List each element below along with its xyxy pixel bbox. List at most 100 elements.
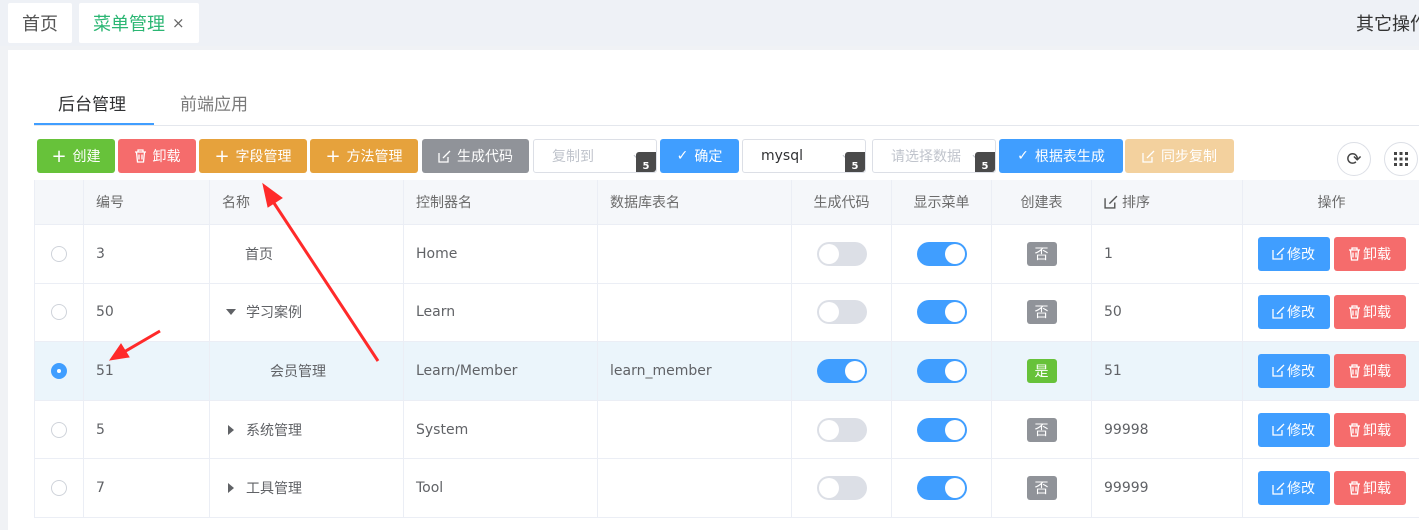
trash-icon (1349, 481, 1360, 495)
header-select (35, 180, 84, 224)
db-table-cell (598, 283, 792, 342)
select-cell (35, 342, 84, 400)
gen-code-switch[interactable] (816, 300, 867, 325)
db-select-value: mysql (761, 148, 803, 164)
refresh-icon: ⟳ (1346, 148, 1362, 170)
name-cell: 系统管理 (210, 400, 404, 459)
tree-collapse-icon[interactable] (228, 424, 234, 435)
show-menu-cell (892, 225, 992, 283)
menu-table: 编号 名称 控制器名 数据库表名 生成代码 显示菜单 创建表 排序 操作 3 首… (34, 180, 1419, 518)
other-ops-menu[interactable]: 其它操作 (1356, 10, 1419, 36)
delete-button[interactable]: 卸载 (118, 139, 196, 173)
refresh-button[interactable]: ⟳ (1337, 142, 1371, 176)
gen-code-switch[interactable] (816, 358, 867, 383)
create-table-cell: 否 (992, 459, 1092, 517)
tree-collapse-icon[interactable] (228, 483, 234, 494)
tab-frontend[interactable]: 前端应用 (180, 90, 248, 115)
row-radio[interactable] (51, 362, 67, 379)
row-radio[interactable] (51, 480, 67, 497)
actions-cell: 修改 卸载 (1243, 225, 1419, 283)
sync-copy-button[interactable]: 同步复制 (1125, 139, 1234, 173)
gen-from-table-button[interactable]: ✓ 根据表生成 (999, 139, 1123, 173)
table-row[interactable]: 50 学习案例 Learn 否 50 修改 卸载 (35, 283, 1419, 343)
table-row[interactable]: 51 会员管理 Learn/Member learn_member 是 51 修… (35, 342, 1419, 401)
id-cell: 3 (84, 225, 210, 283)
tab-home-label: 首页 (22, 14, 58, 35)
show-menu-switch[interactable] (916, 241, 967, 266)
gen-from-table-label: 根据表生成 (1034, 149, 1105, 165)
header-id[interactable]: 编号 (84, 180, 210, 224)
trash-icon (1349, 422, 1360, 437)
header-controller[interactable]: 控制器名 (404, 180, 598, 224)
gen-code-cell (792, 283, 892, 342)
delete-label: 卸载 (152, 149, 181, 165)
db-table-cell (598, 459, 792, 517)
db-table-cell (598, 400, 792, 459)
controller-cell: Home (404, 225, 598, 283)
name-cell: 首页 (210, 225, 404, 283)
tab-backend[interactable]: 后台管理 (58, 90, 126, 115)
gen-code-switch[interactable] (816, 476, 867, 501)
edit-button[interactable]: 修改 (1257, 412, 1330, 447)
gen-code-switch[interactable] (816, 241, 867, 266)
row-radio[interactable] (51, 304, 67, 321)
row-radio[interactable] (51, 421, 67, 438)
actions-cell: 修改 卸载 (1243, 401, 1419, 459)
db-select[interactable]: mysql 5 (742, 139, 866, 173)
trash-icon (134, 149, 146, 163)
show-menu-switch[interactable] (916, 476, 967, 501)
row-radio[interactable] (51, 245, 67, 262)
name-cell: 会员管理 (210, 342, 404, 400)
edit-button[interactable]: 修改 (1257, 471, 1330, 506)
table-select[interactable]: 请选择数据 5 (872, 139, 996, 173)
header-show-menu[interactable]: 显示菜单 (892, 180, 992, 224)
create-label: 创建 (72, 149, 101, 165)
header-sort[interactable]: 排序 (1092, 180, 1243, 224)
row-delete-button[interactable]: 卸载 (1333, 412, 1406, 447)
field-manage-button[interactable]: + 字段管理 (199, 139, 307, 173)
columns-button[interactable] (1384, 142, 1418, 176)
close-icon[interactable]: × (172, 14, 185, 32)
copy-to-select[interactable]: 复制到 5 (533, 139, 657, 173)
header-create-table[interactable]: 创建表 (992, 180, 1092, 224)
gen-code-cell (792, 400, 892, 459)
menu-name: 工具管理 (246, 481, 302, 498)
header-gen-code[interactable]: 生成代码 (792, 180, 892, 224)
select-cell (35, 400, 84, 459)
create-table-cell: 是 (992, 342, 1092, 400)
table-row[interactable]: 7 工具管理 Tool 否 99999 修改 卸载 (35, 459, 1419, 518)
show-menu-switch[interactable] (916, 358, 967, 383)
edit-button[interactable]: 修改 (1257, 353, 1330, 388)
row-delete-button[interactable]: 卸载 (1333, 353, 1406, 388)
header-db-table[interactable]: 数据库表名 (598, 180, 792, 224)
gen-code-switch[interactable] (816, 417, 867, 442)
controller-cell: System (404, 400, 598, 459)
edit-label: 修改 (1287, 422, 1315, 439)
top-tab-bar: 首页 菜单管理 × 其它操作 (0, 0, 1419, 46)
controller-cell: Learn (404, 283, 598, 342)
row-delete-button[interactable]: 卸载 (1333, 471, 1406, 506)
method-manage-button[interactable]: + 方法管理 (310, 139, 418, 173)
show-menu-switch[interactable] (916, 300, 967, 325)
tab-home[interactable]: 首页 (8, 3, 72, 43)
id-cell: 7 (84, 459, 210, 517)
sort-cell: 50 (1092, 283, 1243, 342)
tab-menu-manage[interactable]: 菜单管理 × (79, 3, 199, 43)
row-delete-button[interactable]: 卸载 (1333, 236, 1406, 271)
table-row[interactable]: 3 首页 Home 否 1 修改 卸载 (35, 225, 1419, 284)
name-cell: 工具管理 (210, 459, 404, 517)
create-button[interactable]: + 创建 (37, 139, 115, 173)
row-delete-button[interactable]: 卸载 (1333, 295, 1406, 330)
tree-expand-icon[interactable] (226, 309, 236, 316)
confirm-label: 确定 (694, 149, 723, 165)
show-menu-switch[interactable] (916, 417, 967, 442)
gen-code-button[interactable]: 生成代码 (422, 139, 529, 173)
edit-button[interactable]: 修改 (1257, 236, 1330, 271)
table-row[interactable]: 5 系统管理 System 否 99998 修改 卸载 (35, 400, 1419, 460)
confirm-button[interactable]: ✓ 确定 (660, 139, 739, 173)
html5-badge-icon: 5 (845, 152, 865, 172)
actions-cell: 修改 卸载 (1243, 459, 1419, 517)
header-name[interactable]: 名称 (210, 180, 404, 224)
main-tabs: 后台管理 前端应用 (34, 80, 1419, 126)
edit-button[interactable]: 修改 (1257, 295, 1330, 330)
